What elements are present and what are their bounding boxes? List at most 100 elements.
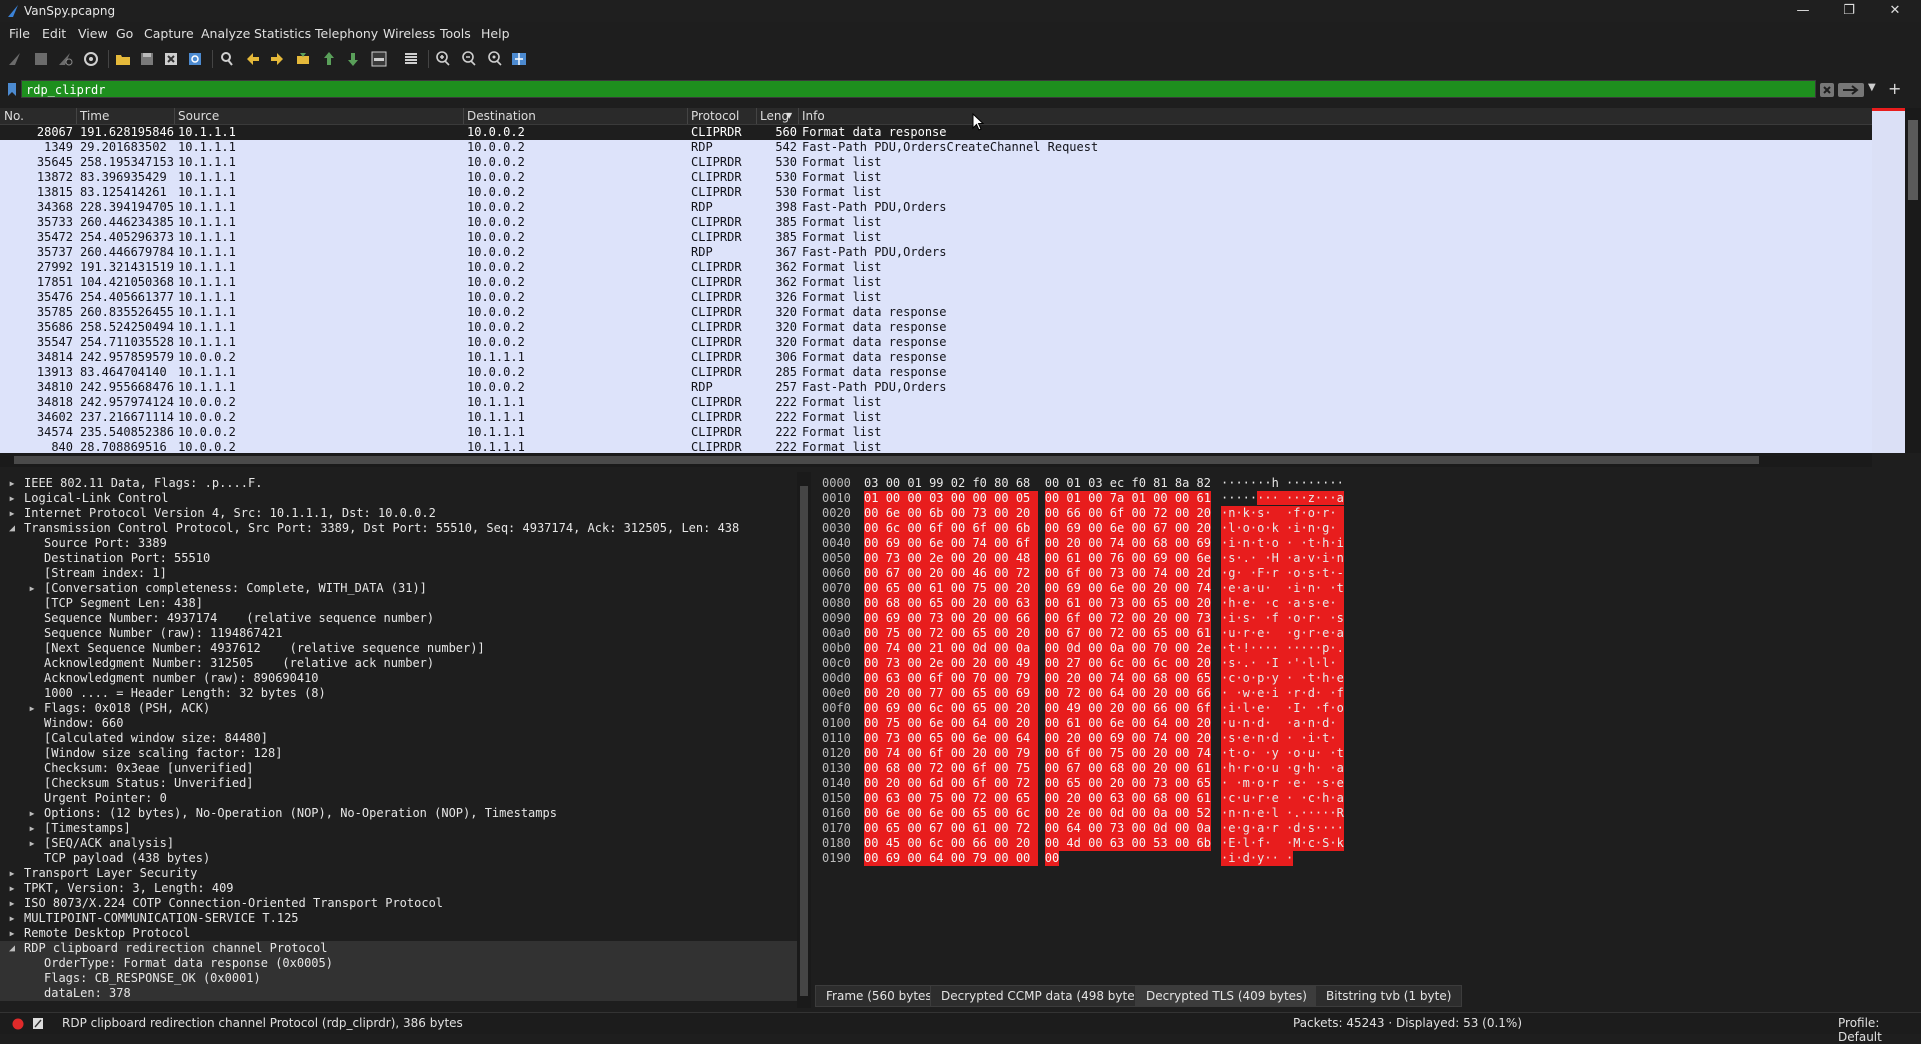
detail-tree-item[interactable]: [Window size scaling factor: 128] xyxy=(0,746,797,761)
packet-row[interactable]: 840 28.708869516 10.0.0.2 10.1.1.1 CLIPRDR 22… xyxy=(0,440,1872,453)
hex-bytes[interactable]: 00 6e 00 6b 00 73 00 20 00 66 00 6f 00 7… xyxy=(864,506,1211,521)
bytes-tab-2[interactable]: Decrypted TLS (409 bytes) xyxy=(1135,985,1318,1007)
save-file-icon[interactable] xyxy=(138,50,156,68)
stop-capture-icon[interactable] xyxy=(32,50,50,68)
column-header-6[interactable]: Info xyxy=(802,109,825,123)
detail-tree-item[interactable]: Sequence Number (raw): 1194867421 xyxy=(0,626,797,641)
packet-row[interactable]: 34574 235.540852386 10.0.0.2 10.1.1.1 CLIPRD… xyxy=(0,425,1872,440)
column-header-5[interactable]: Leng xyxy=(760,109,789,123)
apply-filter-icon[interactable] xyxy=(1838,83,1864,97)
ascii-bytes[interactable]: ·E·l·f· ·M·c·S·k xyxy=(1221,836,1344,851)
clear-filter-icon[interactable] xyxy=(1820,83,1834,97)
normal-size-icon[interactable] xyxy=(486,50,504,68)
colorize-icon[interactable] xyxy=(402,50,420,68)
go-to-packet-icon[interactable] xyxy=(294,50,312,68)
column-header-3[interactable]: Destination xyxy=(467,109,536,123)
zoom-out-icon[interactable] xyxy=(460,50,478,68)
bytes-tab-0[interactable]: Frame (560 bytes) xyxy=(815,985,948,1007)
hex-bytes[interactable]: 00 6c 00 6f 00 6f 00 6b 00 69 00 6e 00 6… xyxy=(864,521,1211,536)
detail-tree-item[interactable]: [Checksum Status: Unverified] xyxy=(0,776,797,791)
menu-view[interactable]: View xyxy=(78,26,108,41)
hex-bytes[interactable]: 00 20 00 6d 00 6f 00 72 00 65 00 20 00 7… xyxy=(864,776,1211,791)
hex-bytes[interactable]: 00 65 00 61 00 75 00 20 00 69 00 6e 00 2… xyxy=(864,581,1211,596)
hex-bytes[interactable]: 00 63 00 75 00 72 00 65 00 20 00 63 00 6… xyxy=(864,791,1211,806)
ascii-bytes[interactable]: ·s·e·n·d · ·i·t· xyxy=(1221,731,1344,746)
packet-row[interactable]: 35645 258.195347153 10.1.1.1 10.0.0.2 CLIPRD… xyxy=(0,155,1872,170)
detail-tree-item[interactable]: [Calculated window size: 84480] xyxy=(0,731,797,746)
ascii-bytes[interactable]: ·g· ·F·r ·o·s·t·- xyxy=(1221,566,1344,581)
detail-tree-item[interactable]: ▶ Options: (12 bytes), No-Operation (NOP)… xyxy=(0,806,797,821)
collapsed-arrow-icon[interactable]: ▶ xyxy=(6,506,18,521)
bytes-tab-3[interactable]: Bitstring tvb (1 byte) xyxy=(1315,985,1463,1007)
go-back-icon[interactable] xyxy=(244,50,262,68)
auto-scroll-icon[interactable] xyxy=(370,50,388,68)
hex-bytes[interactable]: 00 20 00 77 00 65 00 69 00 72 00 64 00 2… xyxy=(864,686,1211,701)
detail-tree-item[interactable]: Checksum: 0x3eae [unverified] xyxy=(0,761,797,776)
expanded-arrow-icon[interactable]: ◢ xyxy=(6,941,18,956)
hex-bytes[interactable]: 00 74 00 21 00 0d 00 0a 00 0d 00 0a 00 7… xyxy=(864,641,1211,656)
packet-row[interactable]: 34814 242.957859579 10.0.0.2 10.1.1.1 CLIPRD… xyxy=(0,350,1872,365)
detail-tree-item[interactable]: Source Port: 3389 xyxy=(0,536,797,551)
maximize-icon[interactable]: ❐ xyxy=(1826,0,1872,22)
detail-tree-item[interactable]: [Next Sequence Number: 4937612 (relative… xyxy=(0,641,797,656)
ascii-bytes[interactable]: ·h·e· ·c ·a·s·e· xyxy=(1221,596,1344,611)
packet-row[interactable]: 28067 191.628195846 10.1.1.1 10.0.0.2 CLIPRD… xyxy=(0,125,1872,140)
packet-row[interactable]: 1349 29.201683502 10.1.1.1 10.0.0.2 RDP 542 Fa… xyxy=(0,140,1872,155)
detail-tree-item[interactable]: ◢ RDP clipboard redirection channel Proto… xyxy=(0,941,797,956)
hex-bytes[interactable]: 00 65 00 67 00 61 00 72 00 64 00 73 00 0… xyxy=(864,821,1211,836)
collapsed-arrow-icon[interactable]: ▶ xyxy=(26,821,38,836)
hex-bytes[interactable]: 00 68 00 72 00 6f 00 75 00 67 00 68 00 2… xyxy=(864,761,1211,776)
menu-capture[interactable]: Capture xyxy=(144,26,194,41)
collapsed-arrow-icon[interactable]: ▶ xyxy=(6,866,18,881)
filter-history-icon[interactable]: ▼ xyxy=(1868,82,1876,93)
detail-tree-item[interactable]: ▶ Internet Protocol Version 4, Src: 10.1.… xyxy=(0,506,797,521)
column-header-2[interactable]: Source xyxy=(178,109,219,123)
menu-analyze[interactable]: Analyze xyxy=(201,26,250,41)
detail-tree-item[interactable]: dataLen: 378 xyxy=(0,986,797,1001)
detail-tree-item[interactable]: ▶ [Conversation completeness: Complete, W… xyxy=(0,581,797,596)
detail-tree-item[interactable]: Urgent Pointer: 0 xyxy=(0,791,797,806)
ascii-bytes[interactable]: ·n·n·e·l ·.·····R xyxy=(1221,806,1344,821)
detail-tree-item[interactable]: ▶ [SEQ/ACK analysis] xyxy=(0,836,797,851)
packet-row[interactable]: 35733 260.446234385 10.1.1.1 10.0.0.2 CLIPRD… xyxy=(0,215,1872,230)
ascii-bytes[interactable]: ·h·r·o·u ·g·h· ·a xyxy=(1221,761,1344,776)
menu-wireless[interactable]: Wireless xyxy=(383,26,435,41)
hex-bytes[interactable]: 00 69 00 6e 00 74 00 6f 00 20 00 74 00 6… xyxy=(864,536,1211,551)
display-filter-input[interactable]: rdp_cliprdr xyxy=(21,80,1816,98)
detail-tree-item[interactable]: ▶ MULTIPOINT-COMMUNICATION-SERVICE T.125 xyxy=(0,911,797,926)
hex-bytes[interactable]: 00 67 00 20 00 46 00 72 00 6f 00 73 00 7… xyxy=(864,566,1211,581)
packet-row[interactable]: 34810 242.955668476 10.1.1.1 10.0.0.2 RDP 257… xyxy=(0,380,1872,395)
go-last-icon[interactable] xyxy=(344,50,362,68)
packet-row[interactable]: 13872 83.396935429 10.1.1.1 10.0.0.2 CLIPRDR… xyxy=(0,170,1872,185)
packet-row[interactable]: 35472 254.405296373 10.1.1.1 10.0.0.2 CLIPRD… xyxy=(0,230,1872,245)
detail-tree-item[interactable]: ▶ Logical-Link Control xyxy=(0,491,797,506)
open-file-icon[interactable] xyxy=(114,50,132,68)
menu-statistics[interactable]: Statistics xyxy=(254,26,311,41)
column-header-0[interactable]: No. xyxy=(4,109,24,123)
hex-bytes[interactable]: 00 73 00 2e 00 20 00 48 00 61 00 76 00 6… xyxy=(864,551,1211,566)
ascii-bytes[interactable]: · ·m·o·r ·e· ·s·e xyxy=(1221,776,1344,791)
detail-tree-item[interactable]: Acknowledgment number (raw): 890690410 xyxy=(0,671,797,686)
packet-details-scrollbar[interactable] xyxy=(797,472,811,1008)
ascii-bytes[interactable]: · ·w·e·i ·r·d· ·f xyxy=(1221,686,1344,701)
hex-bytes[interactable]: 00 6e 00 6e 00 65 00 6c 00 2e 00 0d 00 0… xyxy=(864,806,1211,821)
menu-file[interactable]: File xyxy=(9,26,30,41)
minimize-icon[interactable]: — xyxy=(1780,0,1826,22)
find-packet-icon[interactable] xyxy=(218,50,236,68)
detail-tree-item[interactable]: 1000 .... = Header Length: 32 bytes (8) xyxy=(0,686,797,701)
ascii-bytes[interactable]: ·s·.· ·H ·a·v·i·n xyxy=(1221,551,1344,566)
packet-row[interactable]: 34818 242.957974124 10.0.0.2 10.1.1.1 CLIPRD… xyxy=(0,395,1872,410)
menu-tools[interactable]: Tools xyxy=(440,26,471,41)
hex-bytes[interactable]: 00 73 00 2e 00 20 00 49 00 27 00 6c 00 6… xyxy=(864,656,1211,671)
collapsed-arrow-icon[interactable]: ▶ xyxy=(26,581,38,596)
go-forward-icon[interactable] xyxy=(268,50,286,68)
expanded-arrow-icon[interactable]: ◢ xyxy=(6,521,18,536)
detail-tree-item[interactable]: OrderType: Format data response (0x0005) xyxy=(0,956,797,971)
ascii-bytes[interactable]: ·e·a·u· ·i·n· ·t xyxy=(1221,581,1344,596)
reload-file-icon[interactable] xyxy=(186,50,204,68)
collapsed-arrow-icon[interactable]: ▶ xyxy=(6,896,18,911)
collapsed-arrow-icon[interactable]: ▶ xyxy=(6,926,18,941)
collapsed-arrow-icon[interactable]: ▶ xyxy=(26,701,38,716)
packet-row[interactable]: 34602 237.216671114 10.0.0.2 10.1.1.1 CLIPRD… xyxy=(0,410,1872,425)
hex-bytes[interactable]: 00 45 00 6c 00 66 00 20 00 4d 00 63 00 5… xyxy=(864,836,1211,851)
